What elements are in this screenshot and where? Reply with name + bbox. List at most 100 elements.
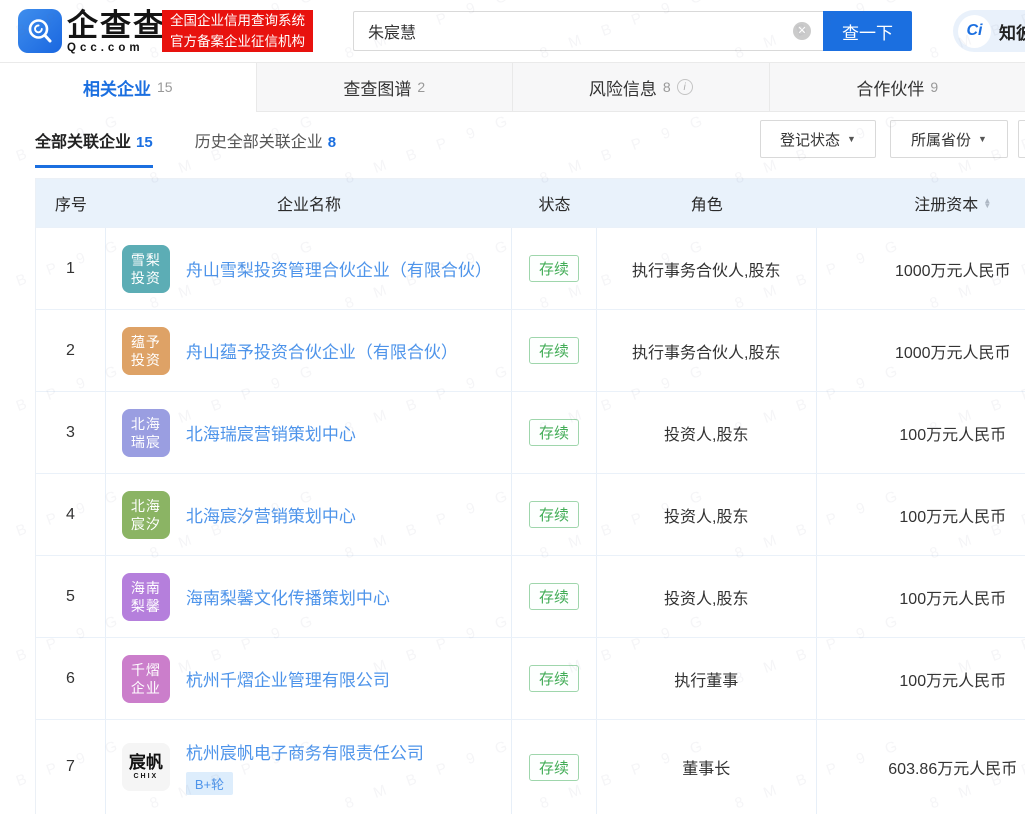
logo-text: 北海 — [131, 497, 161, 515]
company-logo: 蕴予 投资 — [122, 327, 170, 375]
status-cell: 存续 — [512, 228, 597, 309]
logo-text: 雪梨 — [131, 251, 161, 269]
table-row: 4 北海 宸汐 北海宸汐营销策划中心 存续 投资人,股东 100万元人民币 — [36, 473, 1025, 555]
table-row: 2 蕴予 投资 舟山蕴予投资合伙企业（有限合伙） 存续 执行事务合伙人,股东 1… — [36, 309, 1025, 391]
role-cell: 董事长 — [597, 720, 817, 814]
capital-cell: 1000万元人民币 — [817, 228, 1025, 309]
tab-risk-info[interactable]: 风险信息 8 i — [512, 63, 769, 112]
company-cell: 北海 瑞宸 北海瑞宸营销策划中心 — [106, 392, 512, 473]
subtab-count: 15 — [136, 134, 153, 151]
subtab-label: 全部关联企业 — [35, 128, 131, 152]
company-link[interactable]: 北海宸汐营销策划中心 — [186, 502, 356, 527]
tab-label: 风险信息 — [589, 75, 657, 100]
company-logo: 雪梨 投资 — [122, 245, 170, 293]
table-row: 3 北海 瑞宸 北海瑞宸营销策划中心 存续 投资人,股东 100万元人民币 — [36, 391, 1025, 473]
main-tabbar: 相关企业 15 查查图谱 2 风险信息 8 i 合作伙伴 9 — [0, 63, 1025, 112]
logo-text: 企业 — [131, 679, 161, 697]
table-row: 5 海南 梨馨 海南梨馨文化传播策划中心 存续 投资人,股东 100万元人民币 — [36, 555, 1025, 637]
search-box: ✕ — [353, 11, 823, 51]
company-link[interactable]: 北海瑞宸营销策划中心 — [186, 420, 356, 445]
table-row: 6 千熠 企业 杭州千熠企业管理有限公司 存续 执行董事 100万元人民币 — [36, 637, 1025, 719]
status-badge: 存续 — [529, 583, 579, 610]
status-cell: 存续 — [512, 310, 597, 391]
tab-count: 9 — [930, 79, 938, 95]
company-cell: 千熠 企业 杭州千熠企业管理有限公司 — [106, 638, 512, 719]
clear-search-icon[interactable]: ✕ — [793, 22, 811, 40]
row-index: 6 — [36, 638, 106, 719]
top-header: 企查查 Qcc.com 全国企业信用查询系统 官方备案企业征信机构 ✕ 查一下 … — [0, 0, 1025, 62]
info-icon[interactable]: i — [677, 79, 693, 95]
subtab-history-related[interactable]: 历史全部关联企业 8 — [195, 128, 336, 168]
qcc-logo-icon[interactable] — [18, 9, 62, 53]
col-header-status: 状态 — [512, 179, 597, 227]
company-cell: 蕴予 投资 舟山蕴予投资合伙企业（有限合伙） — [106, 310, 512, 391]
filter-more-cutoff[interactable] — [1018, 120, 1025, 158]
role-cell: 执行董事 — [597, 638, 817, 719]
status-badge: 存续 — [529, 255, 579, 282]
company-cell: 宸帆 CHIX 杭州宸帆电子商务有限责任公司 B+轮 — [106, 720, 512, 814]
status-badge: 存续 — [529, 419, 579, 446]
table-row: 1 雪梨 投资 舟山雪梨投资管理合伙企业（有限合伙） 存续 执行事务合伙人,股东… — [36, 227, 1025, 309]
tab-count: 8 — [663, 79, 671, 95]
tab-label: 相关企业 — [83, 75, 151, 100]
chevron-down-icon: ▼ — [847, 134, 856, 144]
tab-label: 查查图谱 — [343, 75, 411, 100]
logo-text: 千熠 — [131, 661, 161, 679]
company-cell: 雪梨 投资 舟山雪梨投资管理合伙企业（有限合伙） — [106, 228, 512, 309]
logo-text: 瑞宸 — [131, 433, 161, 451]
logo-text: 宸帆 — [129, 753, 163, 772]
brand-name: 企查查 — [67, 9, 166, 42]
company-link[interactable]: 舟山蕴予投资合伙企业（有限合伙） — [186, 338, 458, 363]
company-cell: 海南 梨馨 海南梨馨文化传播策划中心 — [106, 556, 512, 637]
subtab-all-related[interactable]: 全部关联企业 15 — [35, 128, 153, 168]
capital-cell: 100万元人民币 — [817, 556, 1025, 637]
status-cell: 存续 — [512, 720, 597, 814]
row-index: 2 — [36, 310, 106, 391]
status-badge: 存续 — [529, 501, 579, 528]
row-index: 1 — [36, 228, 106, 309]
filter-registration-status[interactable]: 登记状态 ▼ — [760, 120, 876, 158]
capital-cell: 603.86万元人民币 — [817, 720, 1025, 814]
table-row: 7 宸帆 CHIX 杭州宸帆电子商务有限责任公司 B+轮 存续 董事长 603.… — [36, 719, 1025, 814]
tab-related-companies[interactable]: 相关企业 15 — [0, 63, 256, 112]
company-link[interactable]: 海南梨馨文化传播策划中心 — [186, 584, 390, 609]
tab-partners[interactable]: 合作伙伴 9 — [769, 63, 1025, 112]
subtabs: 全部关联企业 15 历史全部关联企业 8 — [35, 128, 336, 168]
ci-logo-icon: Ci — [958, 15, 991, 48]
logo-text: 海南 — [131, 579, 161, 597]
tab-label: 合作伙伴 — [856, 75, 924, 100]
funding-round-tag: B+轮 — [186, 772, 233, 795]
status-cell: 存续 — [512, 474, 597, 555]
role-cell: 投资人,股东 — [597, 556, 817, 637]
logo-text: 投资 — [131, 351, 161, 369]
row-index: 3 — [36, 392, 106, 473]
col-header-capital[interactable]: 注册资本 ▲ ▼ — [817, 179, 1025, 227]
search-input[interactable] — [354, 22, 793, 40]
status-badge: 存续 — [529, 665, 579, 692]
filter-province[interactable]: 所属省份 ▼ — [890, 120, 1008, 158]
brand-block[interactable]: 企查查 Qcc.com — [67, 9, 166, 54]
company-link[interactable]: 杭州宸帆电子商务有限责任公司 — [186, 739, 424, 764]
subtab-label: 历史全部关联企业 — [195, 128, 323, 152]
col-header-index: 序号 — [36, 179, 106, 227]
company-link[interactable]: 舟山雪梨投资管理合伙企业（有限合伙） — [186, 256, 492, 281]
row-index: 5 — [36, 556, 106, 637]
role-cell: 执行事务合伙人,股东 — [597, 228, 817, 309]
status-cell: 存续 — [512, 556, 597, 637]
sort-down-icon: ▼ — [983, 203, 991, 208]
status-cell: 存续 — [512, 638, 597, 719]
ai-assistant-pill[interactable]: Ci 知彼 — [953, 10, 1025, 52]
tab-chacha-graph[interactable]: 查查图谱 2 — [256, 63, 513, 112]
filter-label: 所属省份 — [911, 129, 971, 150]
filter-label: 登记状态 — [780, 129, 840, 150]
company-link[interactable]: 杭州千熠企业管理有限公司 — [186, 666, 390, 691]
company-logo: 海南 梨馨 — [122, 573, 170, 621]
company-cell: 北海 宸汐 北海宸汐营销策划中心 — [106, 474, 512, 555]
row-index: 4 — [36, 474, 106, 555]
related-companies-table: 序号 企业名称 状态 角色 注册资本 ▲ ▼ 1 雪梨 投资 舟山雪梨投资管理合… — [35, 178, 1025, 814]
sort-icon[interactable]: ▲ ▼ — [983, 198, 991, 208]
search-button[interactable]: 查一下 — [823, 11, 912, 51]
tab-count: 15 — [157, 79, 173, 95]
col-header-capital-label: 注册资本 — [914, 191, 978, 215]
filter-subbar: 全部关联企业 15 历史全部关联企业 8 登记状态 ▼ 所属省份 ▼ — [0, 112, 1025, 178]
